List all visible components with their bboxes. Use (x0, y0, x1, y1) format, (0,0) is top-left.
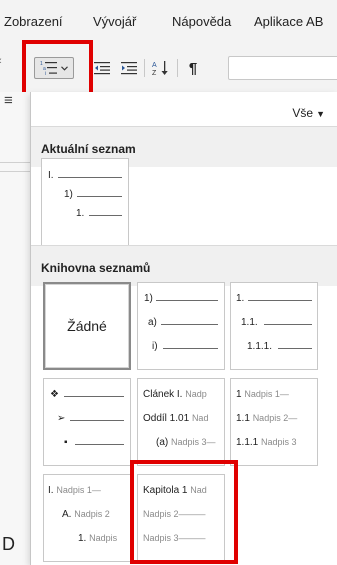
heading-style-name: Nadpis 2 (252, 413, 289, 423)
heading-style-name: Nadpis 3 (261, 437, 297, 447)
menu-item-help[interactable]: Nápověda (172, 14, 231, 29)
menu-icon: ≡ (4, 92, 13, 109)
toolbar-separator (144, 59, 145, 77)
list-tile-bullets[interactable]: ❖ ➢ ▪ (43, 378, 131, 466)
ribbon-left-chevron-icon: ‹ (0, 55, 2, 67)
svg-text:Z: Z (152, 70, 157, 76)
styles-gallery[interactable] (228, 56, 337, 80)
list-level-line (77, 196, 122, 197)
heading-level-3: 1.1.1 Nadpis 3 (236, 437, 316, 448)
sort-button[interactable]: A Z (150, 57, 172, 79)
heading-level-2: A. Nadpis 2 (62, 509, 130, 520)
heading-level-2: Oddíl 1.01 Nad (143, 413, 223, 424)
svg-text:A: A (152, 62, 157, 69)
list-tile-article-section[interactable]: Článek I. Nadp Oddíl 1.01 Nad (a) Nadpis… (137, 378, 225, 466)
list-level-line (75, 444, 124, 445)
heading-number: Oddíl 1.01 (143, 413, 190, 424)
list-level-label: 1) (144, 293, 153, 304)
list-level-label: a) (148, 317, 157, 328)
list-level-label: 1) (64, 189, 73, 200)
heading-level-3: (a) Nadpis 3— (156, 437, 216, 448)
list-level-label: 1. (76, 208, 85, 219)
current-list-title: Aktuální seznam (41, 142, 136, 156)
menu-item-developer[interactable]: Vývojář (93, 14, 136, 29)
heading-number: 1.1 (236, 413, 250, 424)
menu-item-view[interactable]: Zobrazení (4, 14, 63, 29)
document-edge: ≡ D (0, 92, 30, 565)
sort-az-icon: A Z (152, 60, 170, 76)
decrease-indent-icon (94, 61, 110, 75)
heading-level-3: 1. Nadpis (78, 533, 130, 544)
list-tile-numbered-parenthesis[interactable]: 1) a) i) (137, 282, 225, 370)
highlight-box-chapter-tile (130, 460, 238, 564)
heading-style-name: Nadpis 3 (171, 437, 207, 447)
caret-down-icon: ▼ (316, 109, 325, 119)
heading-style-name: Nadpis 1 (56, 485, 92, 495)
highlight-box-multilevel-list (22, 40, 93, 97)
list-level-line (161, 324, 218, 325)
list-tile-none[interactable]: Žádné (43, 282, 131, 370)
bullet-square-icon: ▪ (64, 437, 68, 448)
heading-number: 1 (236, 389, 242, 400)
list-level-line (156, 300, 218, 301)
heading-number: Článek I. (143, 389, 183, 400)
heading-number: (a) (156, 437, 169, 448)
toolbar-separator (177, 59, 178, 77)
list-level-label: 1. (236, 293, 245, 304)
increase-indent-icon (121, 61, 137, 75)
list-level-line (64, 396, 124, 397)
heading-number: 1.1.1 (236, 437, 259, 448)
bullet-diamond-icon: ❖ (50, 389, 59, 400)
ruler-fragment (0, 162, 30, 172)
list-level-line (264, 324, 312, 325)
heading-style-name: Nadpis (89, 533, 118, 543)
list-tile-numbered-headings[interactable]: 1 Nadpis 1— 1.1 Nadpis 2— 1.1.1 Nadpis 3 (230, 378, 318, 466)
heading-level-2: 1.1 Nadpis 2— (236, 413, 298, 424)
increase-indent-button[interactable] (119, 57, 139, 79)
filter-dropdown[interactable]: Vše ▼ (292, 106, 325, 120)
heading-style-name: Nadpis 2 (74, 509, 110, 519)
heading-style-name: Nadpis 1 (244, 389, 280, 399)
heading-number: 1. (78, 533, 87, 544)
list-level-line (278, 348, 312, 349)
heading-style-name: Nadp (185, 389, 207, 399)
list-level-label: i) (152, 341, 158, 352)
list-level-line (163, 348, 218, 349)
current-list-tile[interactable]: I. 1) 1. (41, 158, 129, 246)
heading-number: I. (48, 485, 54, 496)
list-library-header: Knihovna seznamů (31, 246, 337, 286)
heading-level-1: 1 Nadpis 1— (236, 389, 289, 400)
heading-level-1: I. Nadpis 1— (48, 485, 101, 496)
list-level-label: I. (48, 170, 54, 181)
heading-number: A. (62, 509, 72, 520)
list-tile-roman-headings[interactable]: I. Nadpis 1— A. Nadpis 2 1. Nadpis (43, 474, 131, 562)
menu-item-addins[interactable]: Aplikace AB (254, 14, 323, 29)
heading-level-1: Článek I. Nadp (143, 389, 223, 400)
list-level-label: 1.1. (241, 317, 258, 328)
list-tile-none-label: Žádné (67, 318, 107, 334)
list-level-label: 1.1.1. (247, 341, 273, 352)
list-level-line (89, 215, 122, 216)
bullet-arrow-icon: ➢ (57, 413, 66, 424)
show-formatting-marks-button[interactable]: ¶ (183, 57, 203, 79)
list-level-line (58, 177, 122, 178)
list-library-title: Knihovna seznamů (41, 261, 151, 275)
list-level-line (70, 420, 124, 421)
decrease-indent-button[interactable] (92, 57, 112, 79)
document-text-fragment: D (2, 534, 15, 554)
list-level-line (248, 300, 312, 301)
filter-label: Vše (292, 106, 314, 120)
heading-style-name: Nad (191, 413, 209, 423)
menu-bar: Zobrazení Vývojář Nápověda Aplikace AB (0, 0, 337, 40)
list-tile-decimal-outline[interactable]: 1. 1.1. 1.1.1. (230, 282, 318, 370)
